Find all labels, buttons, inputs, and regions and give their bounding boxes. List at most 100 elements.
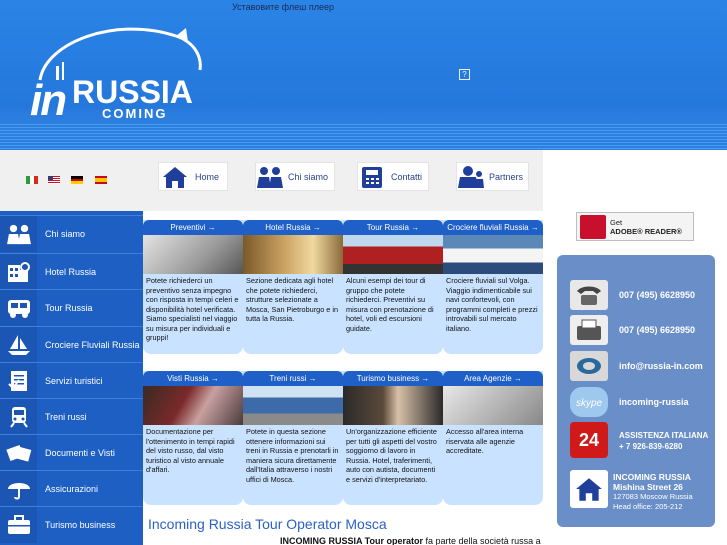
fax-number: 007 (495) 6628950 bbox=[619, 325, 696, 335]
card-title[interactable]: Hotel Russia → bbox=[243, 220, 343, 235]
passport-icon bbox=[0, 434, 37, 471]
card-title[interactable]: Tour Russia → bbox=[343, 220, 443, 235]
office-street: Mishina Street 26 bbox=[613, 482, 683, 492]
card-text: Alcuni esempi dei tour di gruppo che pot… bbox=[346, 276, 434, 333]
card-turismo-business[interactable]: Turismo business → Un'organizzazione eff… bbox=[343, 371, 443, 505]
plugin-placeholder-icon[interactable]: ? bbox=[459, 69, 470, 80]
assist-phone: + 7 926-839-6280 bbox=[619, 442, 683, 451]
card-preventivi[interactable]: Preventivi → Potete richiederci un preve… bbox=[143, 220, 243, 354]
sidebar-item-label: Chi siamo bbox=[45, 228, 86, 239]
people-icon bbox=[0, 215, 37, 252]
site-header: Уставовите флеш плеер in RUSSIA COMING ? bbox=[0, 0, 727, 150]
boat-icon bbox=[0, 326, 37, 363]
sidebar-item-crociere[interactable]: Crociere Fluviali Russia bbox=[0, 326, 143, 363]
card-image-handshake bbox=[343, 386, 443, 425]
flash-notice: Уставовите флеш плеер bbox=[232, 2, 334, 12]
card-text: Crociere fluviali sul Volga. Viaggio ind… bbox=[446, 276, 538, 333]
sidebar-item-label: Documenti e Visti bbox=[45, 447, 115, 458]
sidebar-item-label: Treni russi bbox=[45, 411, 87, 422]
nav-contacts-label: Contatti bbox=[390, 171, 422, 182]
office-name: INCOMING RUSSIA bbox=[613, 472, 691, 482]
contact-phone[interactable]: 007 (495) 6628950 bbox=[557, 277, 715, 313]
house-icon bbox=[159, 163, 191, 190]
sidebar-item-label: Assicurazioni bbox=[45, 483, 99, 494]
adobe-pdf-icon bbox=[580, 214, 606, 239]
nav-home-button[interactable]: Home bbox=[158, 162, 228, 191]
adobe-reader-badge[interactable]: Get ADOBE® READER® bbox=[576, 212, 694, 241]
partners-icon bbox=[457, 163, 485, 190]
sidebar-item-treni[interactable]: Treni russi bbox=[0, 398, 143, 435]
intro-rest: fa parte della società russa a bbox=[423, 536, 541, 545]
assist-title: ASSISTENZA ITALIANA bbox=[619, 431, 709, 440]
card-title[interactable]: Visti Russia → bbox=[143, 371, 243, 386]
nav-contacts-button[interactable]: Contatti bbox=[357, 162, 429, 191]
card-image-passports bbox=[143, 386, 243, 425]
contact-skype[interactable]: skype incoming-russia bbox=[557, 384, 715, 420]
nav-about-button[interactable]: Chi siamo bbox=[255, 162, 335, 191]
flag-germany-icon[interactable] bbox=[71, 176, 83, 184]
sidebar-item-servizi[interactable]: Servizi turistici bbox=[0, 362, 143, 399]
card-image-river-ship bbox=[443, 235, 543, 274]
nav-partners-button[interactable]: Partners bbox=[456, 162, 529, 191]
sidebar-item-documenti[interactable]: Documenti e Visti bbox=[0, 434, 143, 471]
nav-about-label: Chi siamo bbox=[288, 171, 329, 182]
adobe-text: Get ADOBE® READER® bbox=[610, 218, 682, 236]
contact-email[interactable]: info@russia-in.com bbox=[557, 348, 715, 384]
card-title[interactable]: Treni russi → bbox=[243, 371, 343, 386]
flag-uk-icon[interactable] bbox=[48, 176, 60, 184]
office-house-icon bbox=[570, 470, 608, 508]
office-city: 127083 Moscow Russia bbox=[613, 492, 693, 501]
card-title[interactable]: Crociere fluviali Russia → bbox=[443, 220, 543, 235]
svg-text:skype: skype bbox=[576, 398, 603, 409]
intro-bold: INCOMING RUSSIA Tour operator bbox=[280, 536, 424, 545]
sidebar-item-label: Hotel Russia bbox=[45, 266, 97, 277]
24h-badge-icon: 24 bbox=[570, 422, 608, 458]
card-text: Accesso all'area interna riservata alle … bbox=[446, 427, 524, 455]
card-treni[interactable]: Treni russi → Potete in questa sezione o… bbox=[243, 371, 343, 505]
card-text: Un'organizzazione efficiente per tutti g… bbox=[346, 427, 437, 484]
card-tour-russia[interactable]: Tour Russia → Alcuni esempi dei tour di … bbox=[343, 220, 443, 354]
card-area-agenzie[interactable]: Area Agenzie → Accesso all'area interna … bbox=[443, 371, 543, 505]
office-head: Head office: 205-212 bbox=[613, 502, 683, 511]
nav-home-label: Home bbox=[195, 171, 220, 182]
train-icon bbox=[0, 398, 37, 435]
card-title[interactable]: Turismo business → bbox=[343, 371, 443, 386]
card-image-bus bbox=[343, 235, 443, 274]
assistance-block: ASSISTENZA ITALIANA + 7 926-839-6280 bbox=[619, 430, 708, 452]
hotel-icon bbox=[0, 253, 37, 290]
flag-italy-icon[interactable] bbox=[26, 176, 38, 184]
phone-number: 007 (495) 6628950 bbox=[619, 290, 696, 300]
sidebar-item-label: Tour Russia bbox=[45, 302, 93, 313]
card-title[interactable]: Area Agenzie → bbox=[443, 371, 543, 386]
document-icon bbox=[0, 362, 37, 399]
header-stripes bbox=[0, 124, 727, 150]
sidebar-item-hotel-russia[interactable]: Hotel Russia bbox=[0, 253, 143, 290]
contact-fax[interactable]: 007 (495) 6628950 bbox=[557, 312, 715, 348]
sidebar-item-label: Servizi turistici bbox=[45, 375, 103, 386]
card-text: Potete in questa sezione ottenere inform… bbox=[246, 427, 339, 484]
sidebar-item-assicurazioni[interactable]: Assicurazioni bbox=[0, 470, 143, 507]
skype-handle: incoming-russia bbox=[619, 397, 689, 407]
site-logo[interactable]: in RUSSIA COMING bbox=[26, 22, 206, 126]
card-crociere[interactable]: Crociere fluviali Russia → Crociere fluv… bbox=[443, 220, 543, 354]
sidebar-item-tour-russia[interactable]: Tour Russia bbox=[0, 289, 143, 326]
office-address: INCOMING RUSSIA Mishina Street 26 127083… bbox=[613, 472, 693, 512]
logo-coming-text: COMING bbox=[102, 106, 168, 121]
telephone-icon bbox=[570, 280, 608, 310]
people-icon bbox=[256, 163, 284, 190]
card-hotel-russia[interactable]: Hotel Russia → Sezione dedicata agli hot… bbox=[243, 220, 343, 354]
card-text: Documentazione per l'ottenimento in temp… bbox=[146, 427, 235, 474]
page: Уставовите флеш плеер in RUSSIA COMING ?… bbox=[0, 0, 727, 545]
nav-partners-label: Partners bbox=[489, 171, 524, 182]
card-image-calculator bbox=[143, 235, 243, 274]
sidebar-item-business[interactable]: Turismo business bbox=[0, 506, 143, 543]
card-image-train bbox=[243, 386, 343, 425]
card-visti[interactable]: Visti Russia → Documentazione per l'otte… bbox=[143, 371, 243, 505]
flag-spain-icon[interactable] bbox=[95, 176, 107, 184]
card-text: Potete richiederci un preventivo senza i… bbox=[146, 276, 239, 342]
card-image-hotel-room bbox=[243, 235, 343, 274]
card-title[interactable]: Preventivi → bbox=[143, 220, 243, 235]
briefcase-icon bbox=[0, 506, 37, 543]
sidebar-item-chi-siamo[interactable]: Chi siamo bbox=[0, 215, 143, 252]
adobe-line2: ADOBE® READER® bbox=[610, 226, 682, 236]
